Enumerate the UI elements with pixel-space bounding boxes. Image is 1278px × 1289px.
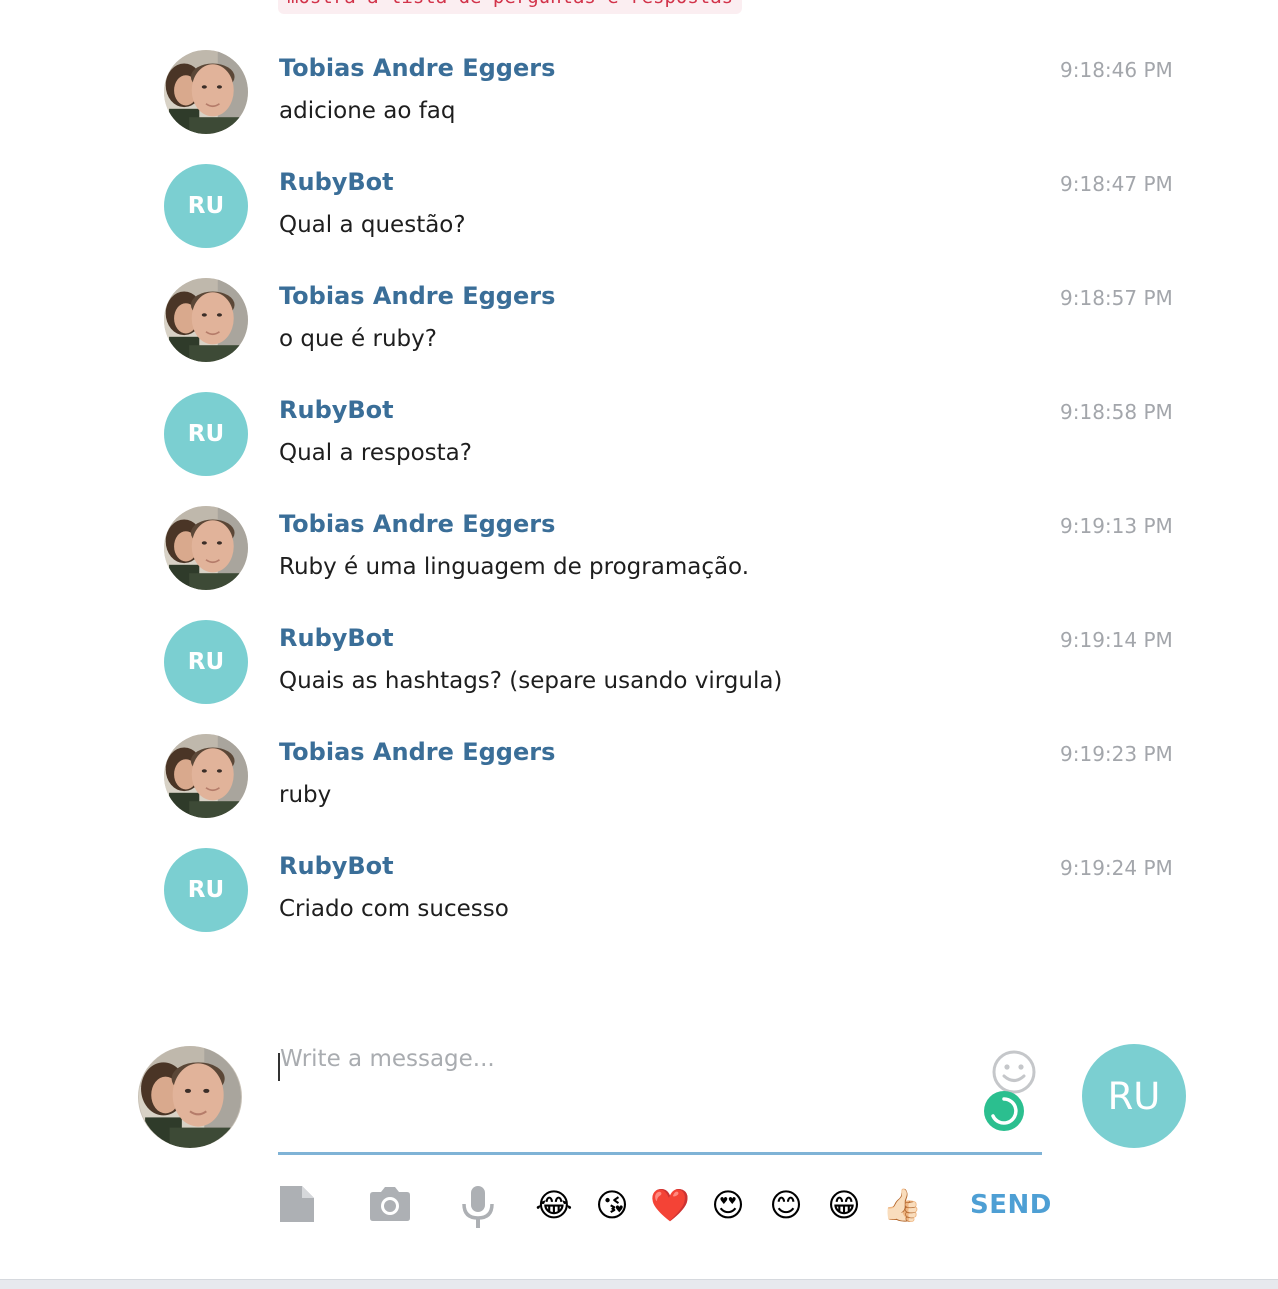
file-icon[interactable] (278, 1184, 316, 1228)
message-item: RU RubyBot 9:18:47 PM Qual a questão? (0, 164, 1278, 278)
message-text: ruby (279, 782, 332, 808)
emoji-button[interactable]: ❤️ (648, 1183, 692, 1227)
avatar-initials: RU (187, 193, 225, 219)
message-text: Qual a questão? (279, 212, 466, 238)
message-item: Tobias Andre Eggers 9:19:23 PM ruby (0, 734, 1278, 848)
sender-name[interactable]: Tobias Andre Eggers (279, 282, 555, 310)
emoji-button[interactable]: 😍 (706, 1183, 750, 1227)
current-user-avatar[interactable] (138, 1046, 242, 1148)
bot-avatar[interactable]: RU (164, 392, 248, 476)
avatar-initials: RU (187, 877, 225, 903)
bot-avatar[interactable]: RU (164, 620, 248, 704)
bot-avatar[interactable]: RU (164, 848, 248, 932)
message-item: Tobias Andre Eggers 9:19:13 PM Ruby é um… (0, 506, 1278, 620)
microphone-icon[interactable] (459, 1184, 497, 1234)
sender-name[interactable]: Tobias Andre Eggers (279, 738, 555, 766)
camera-icon[interactable] (369, 1184, 411, 1226)
avatar-initials: RU (187, 421, 225, 447)
emoji-button[interactable]: 😊 (764, 1183, 808, 1227)
bot-avatar[interactable]: RU (164, 164, 248, 248)
emoji-button[interactable]: 😘 (590, 1183, 634, 1227)
message-timestamp: 9:18:58 PM (1060, 400, 1173, 424)
sender-name[interactable]: RubyBot (279, 168, 394, 196)
message-input[interactable] (278, 1040, 972, 1142)
message-text: o que é ruby? (279, 326, 437, 352)
send-button[interactable]: SEND (970, 1190, 1052, 1220)
message-timestamp: 9:19:24 PM (1060, 856, 1173, 880)
message-text: Quais as hashtags? (separe usando virgul… (279, 668, 783, 694)
message-timestamp: 9:19:13 PM (1060, 514, 1173, 538)
avatar-initials: RU (187, 649, 225, 675)
message-item: Tobias Andre Eggers 9:18:46 PM adicione … (0, 50, 1278, 164)
text-cursor (278, 1053, 280, 1081)
emoji-button[interactable]: 😂 (532, 1183, 576, 1227)
user-avatar[interactable] (164, 506, 248, 590)
message-text: Criado com sucesso (279, 896, 509, 922)
message-text: Qual a resposta? (279, 440, 472, 466)
bot-avatar-large[interactable]: RU (1082, 1044, 1186, 1148)
message-timestamp: 9:18:47 PM (1060, 172, 1173, 196)
user-avatar[interactable] (164, 278, 248, 362)
sender-name[interactable]: Tobias Andre Eggers (279, 54, 555, 82)
user-avatar[interactable] (164, 50, 248, 134)
message-item: RU RubyBot 9:19:24 PM Criado com sucesso (0, 848, 1278, 962)
emoji-button[interactable]: 😁 (822, 1183, 866, 1227)
message-item: RU RubyBot 9:18:58 PM Qual a resposta? (0, 392, 1278, 506)
message-item: Tobias Andre Eggers 9:18:57 PM o que é r… (0, 278, 1278, 392)
message-text: Ruby é uma linguagem de programação. (279, 554, 750, 580)
message-text: adicione ao faq (279, 98, 456, 124)
message-timestamp: 9:18:46 PM (1060, 58, 1173, 82)
message-timestamp: 9:19:23 PM (1060, 742, 1173, 766)
code-snippet: mostra a lista de perguntas e respostas (278, 0, 743, 14)
message-input-container (278, 1040, 1042, 1155)
message-timestamp: 9:19:14 PM (1060, 628, 1173, 652)
user-avatar[interactable] (164, 734, 248, 818)
sender-name[interactable]: RubyBot (279, 624, 394, 652)
message-item: RU RubyBot 9:19:14 PM Quais as hashtags?… (0, 620, 1278, 734)
sender-name[interactable]: RubyBot (279, 396, 394, 424)
sender-name[interactable]: Tobias Andre Eggers (279, 510, 555, 538)
sender-name[interactable]: RubyBot (279, 852, 394, 880)
message-timestamp: 9:18:57 PM (1060, 286, 1173, 310)
emoji-picker-icon[interactable] (992, 1050, 1036, 1094)
emoji-button[interactable]: 👍🏻 (880, 1183, 924, 1227)
loading-status-icon (982, 1090, 1026, 1132)
